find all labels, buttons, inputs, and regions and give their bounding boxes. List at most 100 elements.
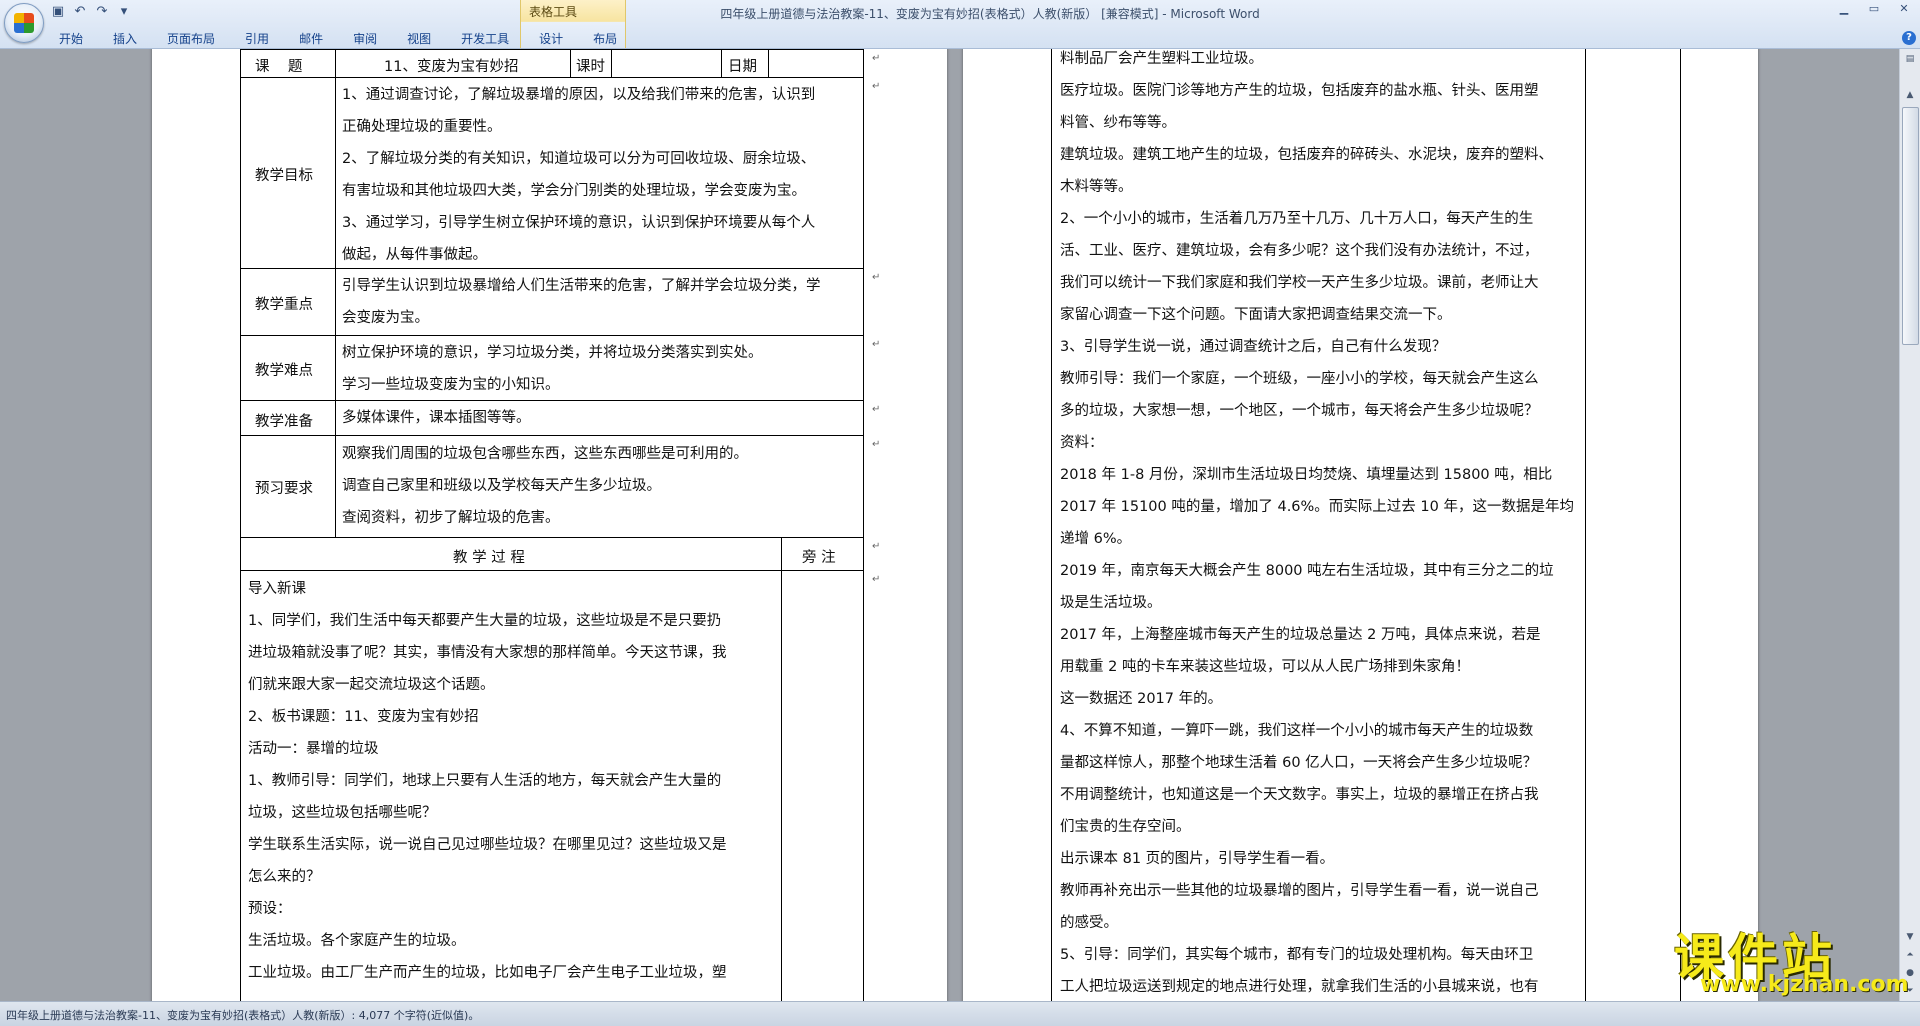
keypoints-content-cell[interactable]: 引导学生认识到垃圾暴增给人们生活带来的危害，了解并学会垃圾分类，学 会变废为宝。 [335, 268, 864, 336]
preview-label-cell[interactable]: 预习要求 [240, 435, 336, 538]
preparation-label: 教学准备 [255, 414, 313, 430]
tab-page-layout[interactable]: 页面布局 [152, 30, 230, 48]
process-line: 垃圾，这些垃圾包括哪些呢？ [248, 805, 437, 821]
title-bar: ▣ ↶ ↷ ▾ 表格工具 四年级上册道德与法治教案-11、变废为宝有妙招(表格式… [0, 0, 1920, 49]
period-label-cell[interactable]: 课时 [570, 49, 612, 78]
difficulties-label-cell[interactable]: 教学难点 [240, 335, 336, 401]
process-line: 木料等等。 [1060, 179, 1133, 195]
preparation-label-cell[interactable]: 教学准备 [240, 400, 336, 436]
keypoints-label-cell[interactable]: 教学重点 [240, 268, 336, 336]
goals-line: 正确处理垃圾的重要性。 [342, 119, 502, 135]
redo-icon[interactable]: ↷ [94, 4, 110, 20]
tab-insert[interactable]: 插入 [98, 30, 152, 48]
office-button[interactable] [4, 3, 44, 43]
row-end-mark: ↵ [872, 404, 881, 415]
goals-content-cell[interactable]: 1、通过调查讨论，了解垃圾暴增的原因，以及给我们带来的危害，认识到 正确处理垃圾… [335, 77, 864, 269]
process-line: 4、不算不知道，一算吓一跳，我们这样一个小小的城市每天产生的垃圾数 [1060, 723, 1534, 739]
process-header-cell[interactable]: 教 学 过 程 [240, 537, 782, 571]
undo-icon[interactable]: ↶ [72, 4, 88, 20]
process-line: 工人把垃圾运送到规定的地点进行处理，就拿我们生活的小县城来说，也有 [1060, 979, 1539, 995]
lesson-topic: 11、变废为宝有妙招 [384, 59, 519, 75]
process-body-cell[interactable]: 导入新课 1、同学们，我们生活中每天都要产生大量的垃圾，这些垃圾是不是只要扔 进… [240, 570, 782, 1001]
quick-access-toolbar: ▣ ↶ ↷ ▾ [50, 2, 132, 22]
process-line: 料制品厂会产生塑料工业垃圾。 [1060, 51, 1263, 67]
row-end-mark: ↵ [872, 272, 881, 283]
process-line: 2、板书课题：11、变废为宝有妙招 [248, 709, 479, 725]
help-icon[interactable]: ? [1902, 31, 1916, 45]
process-line: 2017 年 15100 吨的量，增加了 4.6%。而实际上过去 10 年，这一… [1060, 499, 1574, 515]
date-value-cell[interactable] [768, 49, 864, 78]
process-line: 我们可以统计一下我们家庭和我们学校一天产生多少垃圾。课前，老师让大 [1060, 275, 1539, 291]
document-page-right: 料制品厂会产生塑料工业垃圾。 医疗垃圾。医院门诊等地方产生的垃圾，包括废弃的盐水… [963, 49, 1758, 1001]
tab-review[interactable]: 审阅 [338, 30, 392, 48]
close-icon[interactable]: ✕ [1894, 2, 1914, 16]
process-line: 建筑垃圾。建筑工地产生的垃圾，包括废弃的碎砖头、水泥块，废弃的塑料、 [1060, 147, 1553, 163]
process-line: 3、引导学生说一说，通过调查统计之后，自己有什么发现？ [1060, 339, 1447, 355]
process-line: 医疗垃圾。医院门诊等地方产生的垃圾，包括废弃的盐水瓶、针头、医用塑 [1060, 83, 1539, 99]
maximize-icon[interactable]: ▭ [1864, 2, 1884, 16]
date-label: 日期 [728, 59, 757, 75]
process-line: 们宝贵的生存空间。 [1060, 819, 1191, 835]
ribbon-tabs: 开始 插入 页面布局 引用 邮件 审阅 视图 开发工具 设计 布局 [44, 30, 632, 48]
process-line: 工业垃圾。由工厂生产而产生的垃圾，比如电子厂会产生电子工业垃圾，塑 [248, 965, 727, 981]
process-line: 教师再补充出示一些其他的垃圾暴增的图片，引导学生看一看，说一说自己 [1060, 883, 1539, 899]
date-label-cell[interactable]: 日期 [721, 49, 769, 78]
process-line: 5、引导：同学们，其实每个城市，都有专门的垃圾处理机构。每天由环卫 [1060, 947, 1534, 963]
save-icon[interactable]: ▣ [50, 4, 66, 20]
preview-content-cell[interactable]: 观察我们周围的垃圾包含哪些东西，这些东西哪些是可利用的。 调查自己家里和班级以及… [335, 435, 864, 538]
period-value-cell[interactable] [611, 49, 722, 78]
tab-references[interactable]: 引用 [230, 30, 284, 48]
notes-body-cell[interactable] [781, 570, 864, 1001]
keypoints-label: 教学重点 [255, 297, 313, 313]
goals-label: 教学目标 [255, 168, 313, 184]
process-line: 这一数据还 2017 年的。 [1060, 691, 1223, 707]
notes-header-cell[interactable]: 旁 注 [781, 537, 864, 571]
process-header: 教 学 过 程 [453, 550, 525, 566]
customize-qat-icon[interactable]: ▾ [116, 4, 132, 20]
tab-table-design[interactable]: 设计 [524, 30, 578, 48]
goals-line: 做起，从每件事做起。 [342, 247, 487, 263]
watermark-url: www.kjzhan.com [1700, 972, 1909, 997]
context-tab-group-label: 表格工具 [529, 5, 578, 19]
topic-label: 课 题 [255, 59, 303, 75]
tab-table-layout[interactable]: 布局 [578, 30, 632, 48]
difficulties-content-cell[interactable]: 树立保护环境的意识，学习垃圾分类，并将垃圾分类落实到实处。 学习一些垃圾变废为宝… [335, 335, 864, 401]
status-text: 四年级上册道德与法治教案-11、变废为宝有妙招(表格式）人教(新版）: 4,07… [6, 1009, 480, 1022]
scroll-up-icon[interactable]: ▲ [1902, 87, 1918, 103]
document-workspace: 课 题 11、变废为宝有妙招 课时 日期 教学目标 1、通过调查讨论，了解垃圾暴… [0, 49, 1900, 1001]
row-end-mark: ↵ [872, 541, 881, 552]
topic-label-cell[interactable]: 课 题 [240, 49, 336, 78]
process-line: 导入新课 [248, 581, 306, 597]
tab-developer[interactable]: 开发工具 [446, 30, 524, 48]
topic-cell[interactable]: 11、变废为宝有妙招 [335, 49, 571, 78]
tab-mailings[interactable]: 邮件 [284, 30, 338, 48]
preparation-line: 多媒体课件，课本插图等等。 [342, 410, 531, 426]
preview-label: 预习要求 [255, 481, 313, 497]
preparation-content-cell[interactable]: 多媒体课件，课本插图等等。 [335, 400, 864, 436]
vertical-scrollbar[interactable]: ▤ ▲ ▼ ⏶ ● ⏷ [1899, 49, 1920, 1001]
preview-line: 观察我们周围的垃圾包含哪些东西，这些东西哪些是可利用的。 [342, 446, 748, 462]
keypoints-line: 会变废为宝。 [342, 310, 429, 326]
scrollbar-thumb[interactable] [1902, 107, 1919, 345]
process-line: 出示课本 81 页的图片，引导学生看一看。 [1060, 851, 1335, 867]
goals-label-cell[interactable]: 教学目标 [240, 77, 336, 269]
process-line: 圾是生活垃圾。 [1060, 595, 1162, 611]
office-button-icon [14, 13, 34, 33]
process-line: 不用调整统计，也知道这是一个天文数字。事实上，垃圾的暴增正在挤占我 [1060, 787, 1539, 803]
minimize-icon[interactable]: ▁ [1834, 2, 1854, 16]
preview-line: 查阅资料，初步了解垃圾的危害。 [342, 510, 560, 526]
row-end-mark: ↵ [872, 439, 881, 450]
process-line: 教师引导：我们一个家庭，一个班级，一座小小的学校，每天就会产生这么 [1060, 371, 1539, 387]
goals-line: 1、通过调查讨论，了解垃圾暴增的原因，以及给我们带来的危害，认识到 [342, 87, 816, 103]
row-end-mark: ↵ [872, 53, 881, 64]
process-line: 资料： [1060, 435, 1104, 451]
process-body-cell-continued[interactable]: 料制品厂会产生塑料工业垃圾。 医疗垃圾。医院门诊等地方产生的垃圾，包括废弃的盐水… [1051, 49, 1586, 1001]
process-line: 量都这样惊人，那整个地球生活着 60 亿人口，一天将会产生多少垃圾呢？ [1060, 755, 1538, 771]
row-end-mark: ↵ [872, 339, 881, 350]
process-line: 1、教师引导：同学们，地球上只要有人生活的地方，每天就会产生大量的 [248, 773, 722, 789]
tab-home[interactable]: 开始 [44, 30, 98, 48]
ruler-toggle-icon[interactable]: ▤ [1902, 51, 1918, 67]
notes-body-cell-continued[interactable] [1585, 49, 1681, 1001]
tab-view[interactable]: 视图 [392, 30, 446, 48]
process-line: 2018 年 1-8 月份，深圳市生活垃圾日均焚烧、填埋量达到 15800 吨，… [1060, 467, 1553, 483]
